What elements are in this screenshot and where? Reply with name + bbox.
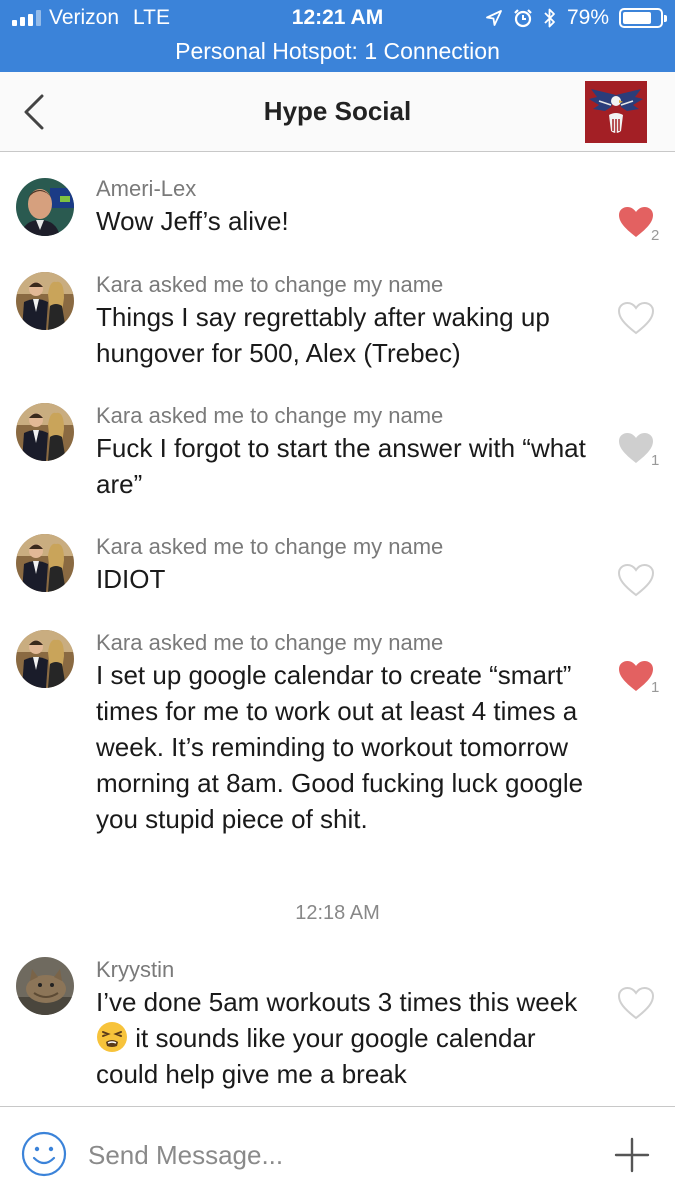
alarm-clock-icon: [514, 9, 532, 28]
eagle-logo-icon: [585, 81, 647, 143]
hotspot-banner[interactable]: Personal Hotspot: 1 Connection: [0, 38, 675, 65]
avatar[interactable]: [16, 630, 74, 688]
like-heart-icon[interactable]: [617, 205, 655, 239]
bluetooth-icon: [544, 8, 555, 28]
page-title: Hype Social: [263, 96, 412, 126]
couple-photo-icon: [16, 403, 74, 461]
message-text: I’ve done 5am workouts 3 times this week…: [96, 984, 596, 1092]
sender-name: Kara asked me to change my name: [96, 403, 444, 428]
sender-name: Kryystin: [96, 957, 175, 982]
message-text-part: I’ve done 5am workouts 3 times this week: [96, 987, 578, 1017]
avatar[interactable]: [16, 178, 74, 236]
like-heart-icon[interactable]: [617, 563, 655, 597]
message-text: Wow Jeff’s alive!: [96, 206, 289, 236]
like-count: 1: [651, 452, 660, 469]
couple-photo-icon: [16, 272, 74, 330]
couple-photo-icon: [16, 534, 74, 592]
group-avatar[interactable]: [585, 81, 647, 143]
sender-name: Kara asked me to change my name: [96, 534, 444, 559]
message-input[interactable]: [88, 1135, 568, 1175]
message-text-part: it sounds like your google calendar coul…: [96, 1023, 536, 1089]
couple-photo-icon: [16, 630, 74, 688]
sender-name: Ameri-Lex: [96, 176, 197, 201]
battery-icon: [619, 8, 667, 28]
emoji-button[interactable]: [21, 1131, 67, 1177]
tired-face-emoji-icon: [97, 1022, 127, 1052]
nav-bar: Hype Social: [0, 72, 675, 152]
smiley-icon: [21, 1131, 67, 1177]
like-heart-icon[interactable]: [617, 431, 655, 465]
like-heart-icon[interactable]: [617, 659, 655, 693]
message-text: Fuck I forgot to start the answer with “…: [96, 433, 586, 499]
heart-filled: [619, 207, 653, 237]
sender-name: Kara asked me to change my name: [96, 272, 444, 297]
avatar[interactable]: [16, 534, 74, 592]
message-text: Things I say regrettably after waking up…: [96, 302, 550, 368]
add-attachment-button[interactable]: [614, 1137, 650, 1173]
message-text: IDIOT: [96, 564, 166, 594]
timestamp-divider: 12:18 AM: [295, 902, 380, 924]
battery-percent: 79%: [566, 6, 609, 29]
message-text: I set up google calendar to create “smar…: [96, 660, 584, 834]
cat-photo-icon: [16, 957, 74, 1015]
avatar[interactable]: [16, 957, 74, 1015]
like-heart-icon[interactable]: [617, 986, 655, 1020]
location-arrow-icon: [486, 10, 502, 26]
plus-icon: [614, 1137, 650, 1173]
like-count: 1: [651, 679, 660, 696]
status-bar: Verizon LTE 12:21 AM 79% Personal Hotspo…: [0, 0, 675, 72]
avatar[interactable]: [16, 272, 74, 330]
like-heart-icon[interactable]: [617, 301, 655, 335]
avatar[interactable]: [16, 403, 74, 461]
sender-name: Kara asked me to change my name: [96, 630, 444, 655]
user-photo-icon: [16, 178, 74, 236]
message-composer: [0, 1106, 675, 1200]
like-count: 2: [651, 227, 660, 244]
